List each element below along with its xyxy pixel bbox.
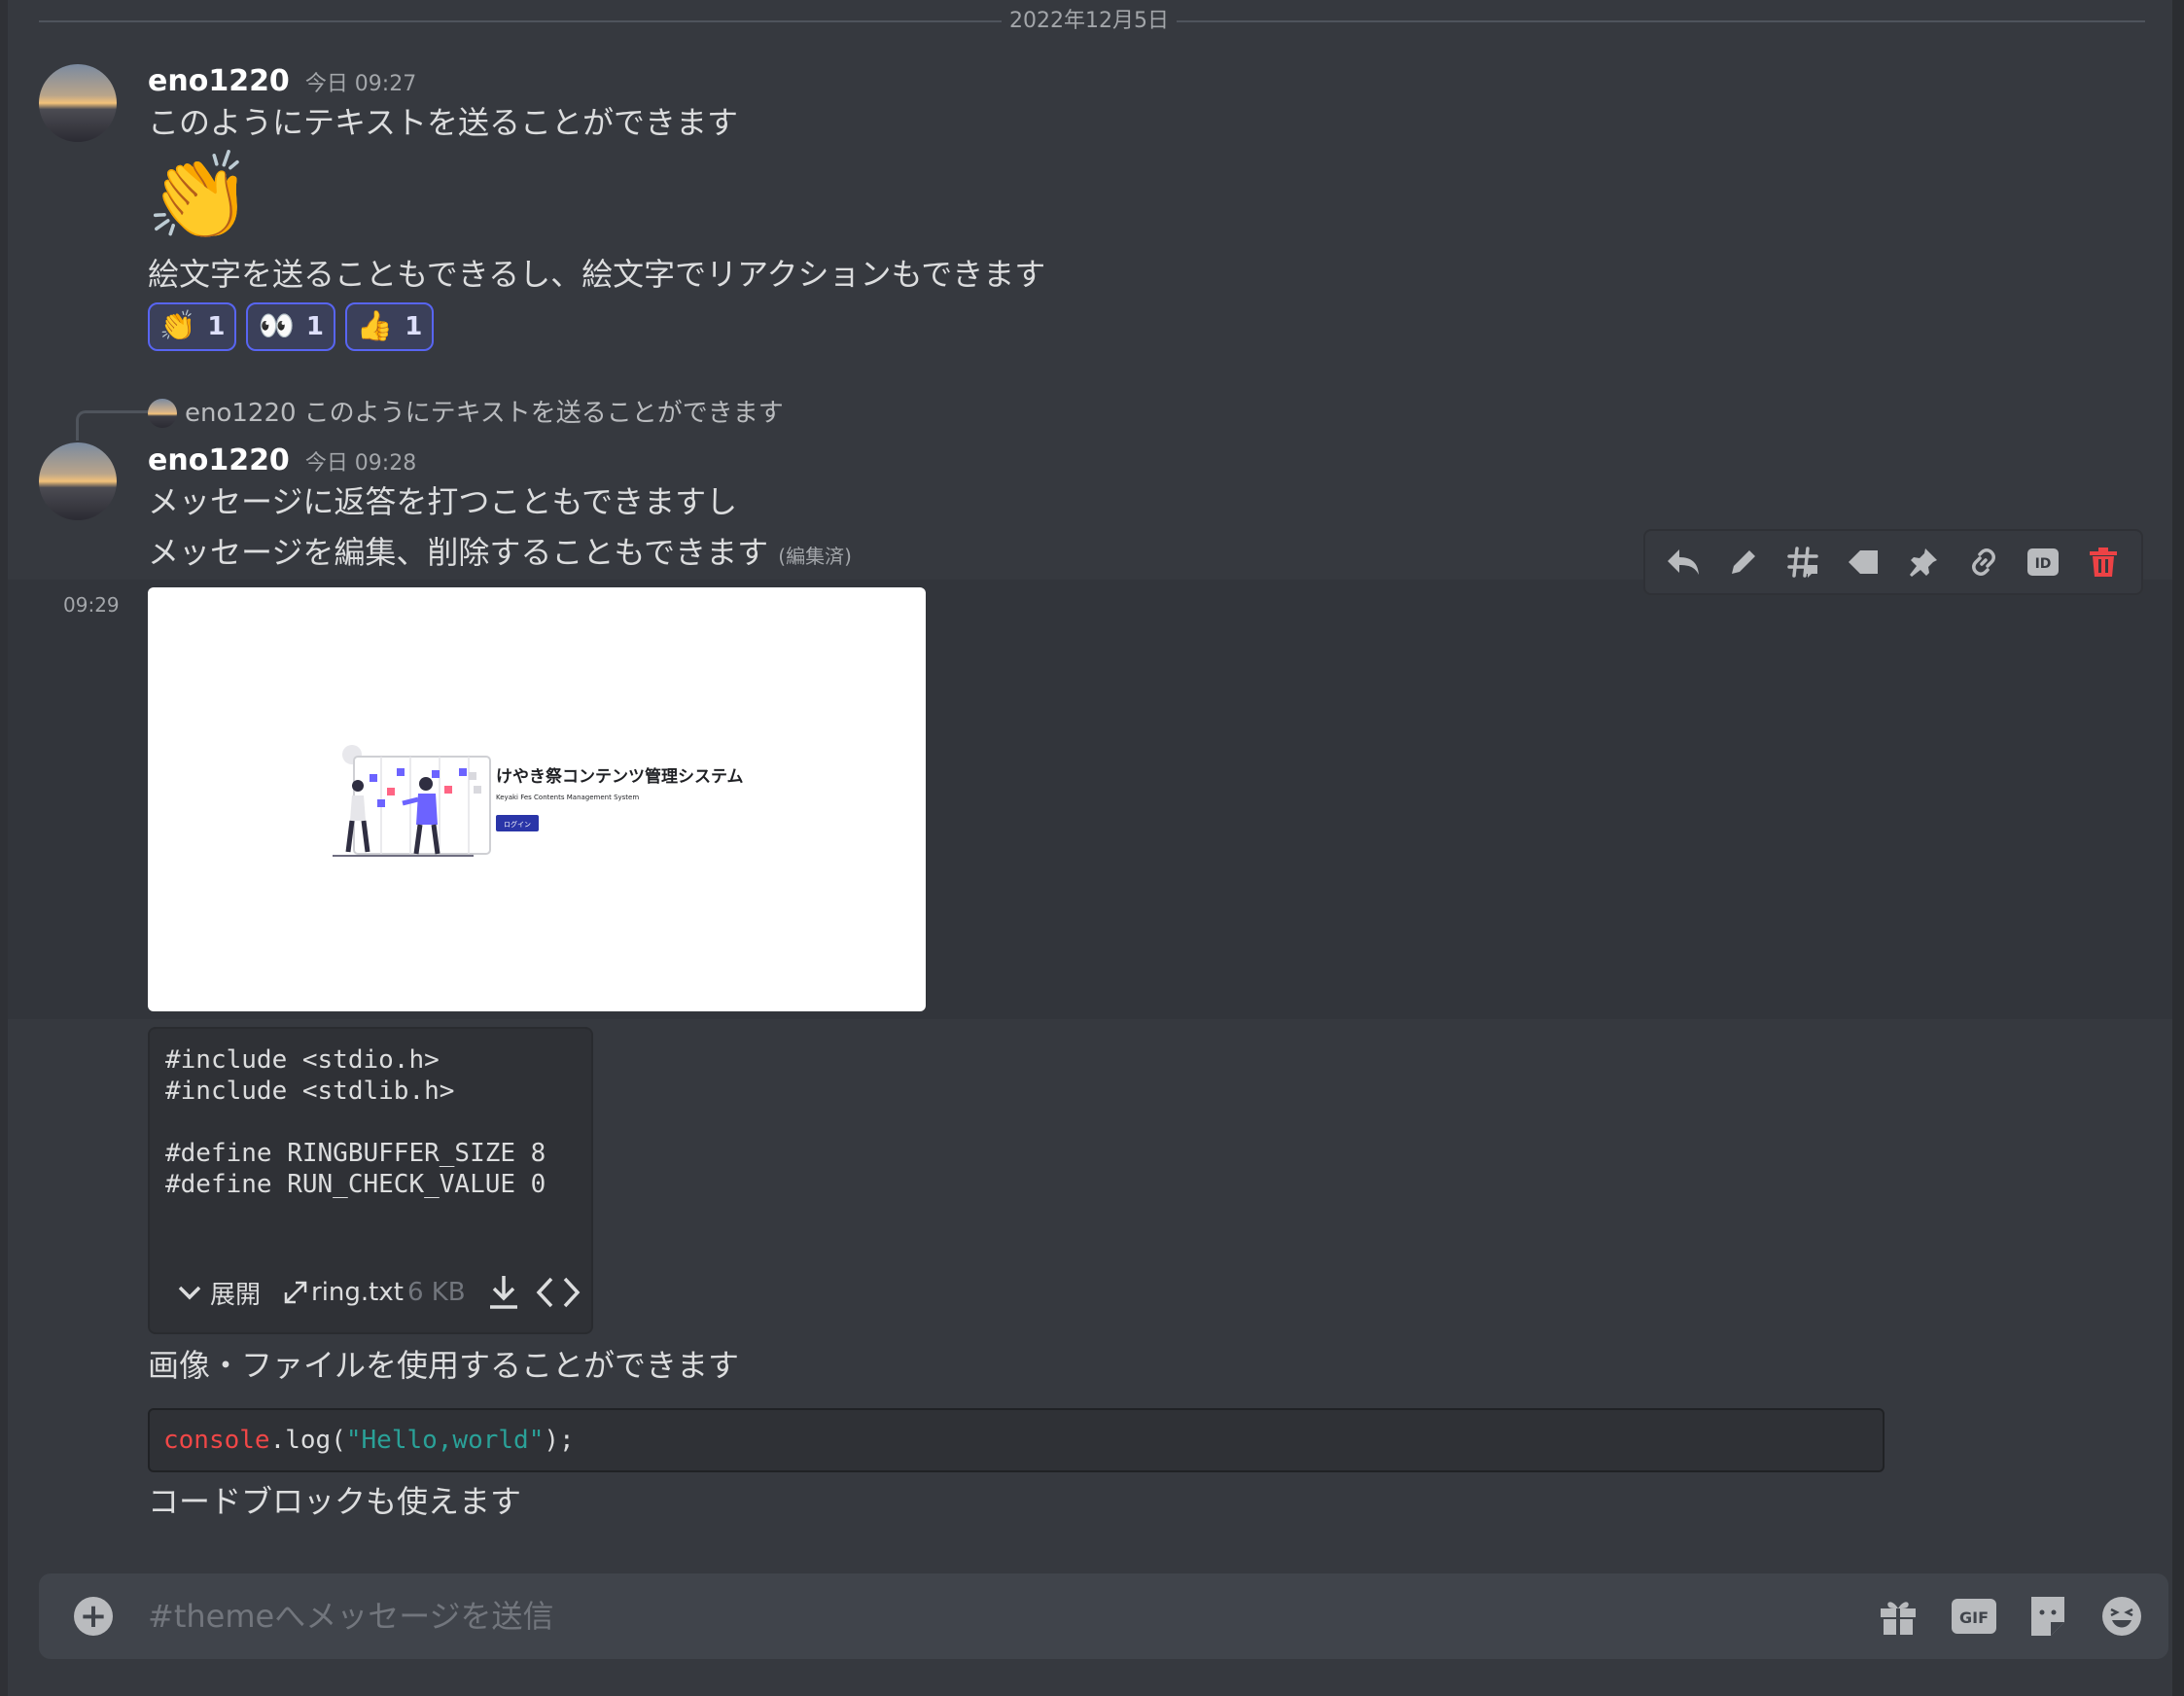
embed-subtitle: Keyaki Fes Contents Management System <box>496 794 639 801</box>
edit-icon[interactable] <box>1722 541 1765 583</box>
message-composer: + #themeへメッセージを送信 GIF <box>39 1573 2168 1659</box>
expand-toggle[interactable]: 展開 <box>177 1275 261 1311</box>
scrollbar-track[interactable] <box>2172 0 2184 1696</box>
code-token-object: console <box>163 1426 270 1455</box>
code-line: #define RUN_CHECK_VALUE 0 <box>165 1170 546 1199</box>
timestamp: 今日 09:28 <box>304 451 417 476</box>
reactions: 👏 1 👀 1 👍 1 <box>148 302 435 351</box>
svg-text:ID: ID <box>2035 556 2052 572</box>
sticker-icon[interactable] <box>2025 1593 2071 1640</box>
expand-icon[interactable] <box>282 1279 309 1306</box>
timestamp: 今日 09:27 <box>304 72 417 96</box>
big-emoji: 👏 <box>146 146 253 246</box>
code-token: ); <box>544 1426 575 1455</box>
code-token-string: "Hello,world" <box>345 1426 545 1455</box>
expand-label: 展開 <box>210 1280 262 1310</box>
message-actions-toolbar: ID <box>1643 529 2143 595</box>
pin-icon[interactable] <box>1902 541 1945 583</box>
gift-icon[interactable] <box>1875 1593 1921 1640</box>
reaction-clap[interactable]: 👏 1 <box>148 302 237 351</box>
reply-text[interactable]: このようにテキストを送ることができます <box>304 397 784 430</box>
file-attachment[interactable]: #include <stdio.h> #include <stdlib.h> #… <box>148 1027 593 1334</box>
code-block[interactable]: console.log("Hello,world"); <box>148 1408 1885 1472</box>
reply-username[interactable]: eno1220 <box>185 397 297 430</box>
message-input[interactable]: #themeへメッセージを送信 <box>148 1593 554 1640</box>
code-line: #include <stdlib.h> <box>165 1077 455 1106</box>
thread-icon[interactable] <box>1781 541 1824 583</box>
code-icon[interactable] <box>536 1275 581 1310</box>
reaction-count: 1 <box>405 312 423 341</box>
left-edge <box>0 0 8 1696</box>
code-token: .log( <box>269 1426 346 1455</box>
code-line: #define RINGBUFFER_SIZE 8 <box>165 1139 546 1168</box>
link-icon[interactable] <box>1962 541 2005 583</box>
id-icon[interactable]: ID <box>2022 541 2064 583</box>
message-text: コードブロックも使えます <box>148 1483 522 1520</box>
add-icon[interactable]: + <box>74 1597 113 1636</box>
gif-label: GIF <box>1959 1608 1989 1627</box>
message-text: メッセージに返答を打つこともできますし <box>148 483 738 520</box>
edited-marker: (編集済) <box>778 545 852 568</box>
reaction-eyes[interactable]: 👀 1 <box>246 302 335 351</box>
message-text: 絵文字を送ることもできるし、絵文字でリアクションもできます <box>148 256 1046 293</box>
message-text-edited: メッセージを編集、削除することもできます (編集済) <box>148 531 852 578</box>
download-icon[interactable] <box>487 1274 520 1311</box>
embed-title: けやき祭コンテンツ管理システム <box>496 766 744 787</box>
thumbsup-emoji-icon: 👍 <box>356 309 394 343</box>
username[interactable]: eno1220 <box>148 62 290 101</box>
message-header: eno1220 今日 09:27 <box>148 62 416 104</box>
avatar[interactable] <box>39 442 117 520</box>
reply-avatar <box>148 399 177 428</box>
message-line: メッセージを編集、削除することもできます <box>148 534 769 571</box>
compact-timestamp: 09:29 <box>63 593 120 617</box>
file-preview: #include <stdio.h> #include <stdlib.h> #… <box>165 1044 546 1200</box>
tag-icon[interactable] <box>1842 541 1885 583</box>
emoji-icon[interactable] <box>2098 1593 2145 1640</box>
file-footer: 展開 ring.txt 6 KB <box>150 1253 591 1332</box>
clap-emoji-icon: 👏 <box>159 309 196 343</box>
reaction-count: 1 <box>207 312 226 341</box>
username[interactable]: eno1220 <box>148 442 290 480</box>
embed-login-button: ログイン <box>504 820 531 829</box>
reply-preview[interactable]: eno1220 このようにテキストを送ることができます <box>148 397 784 430</box>
message-text: 画像・ファイルを使用することができます <box>148 1347 740 1384</box>
reaction-count: 1 <box>305 312 324 341</box>
file-name[interactable]: ring.txt <box>311 1278 404 1307</box>
reply-icon[interactable] <box>1662 541 1705 583</box>
file-size: 6 KB <box>406 1278 466 1307</box>
image-attachment[interactable]: けやき祭コンテンツ管理システム Keyaki Fes Contents Mana… <box>148 587 926 1011</box>
illustration: けやき祭コンテンツ管理システム Keyaki Fes Contents Mana… <box>333 745 744 857</box>
trash-icon[interactable] <box>2082 541 2125 583</box>
chevron-down-icon <box>178 1286 201 1300</box>
reaction-thumbsup[interactable]: 👍 1 <box>344 302 435 351</box>
date-divider-label: 2022年12月5日 <box>1002 6 1177 37</box>
eyes-emoji-icon: 👀 <box>258 309 295 343</box>
message-header: eno1220 今日 09:28 <box>148 442 416 483</box>
avatar[interactable] <box>39 64 117 142</box>
code-line: #include <stdio.h> <box>165 1045 440 1075</box>
gif-icon[interactable]: GIF <box>1951 1593 1997 1640</box>
reply-connector <box>76 410 149 441</box>
message-text: このようにテキストを送ることができます <box>148 104 739 141</box>
